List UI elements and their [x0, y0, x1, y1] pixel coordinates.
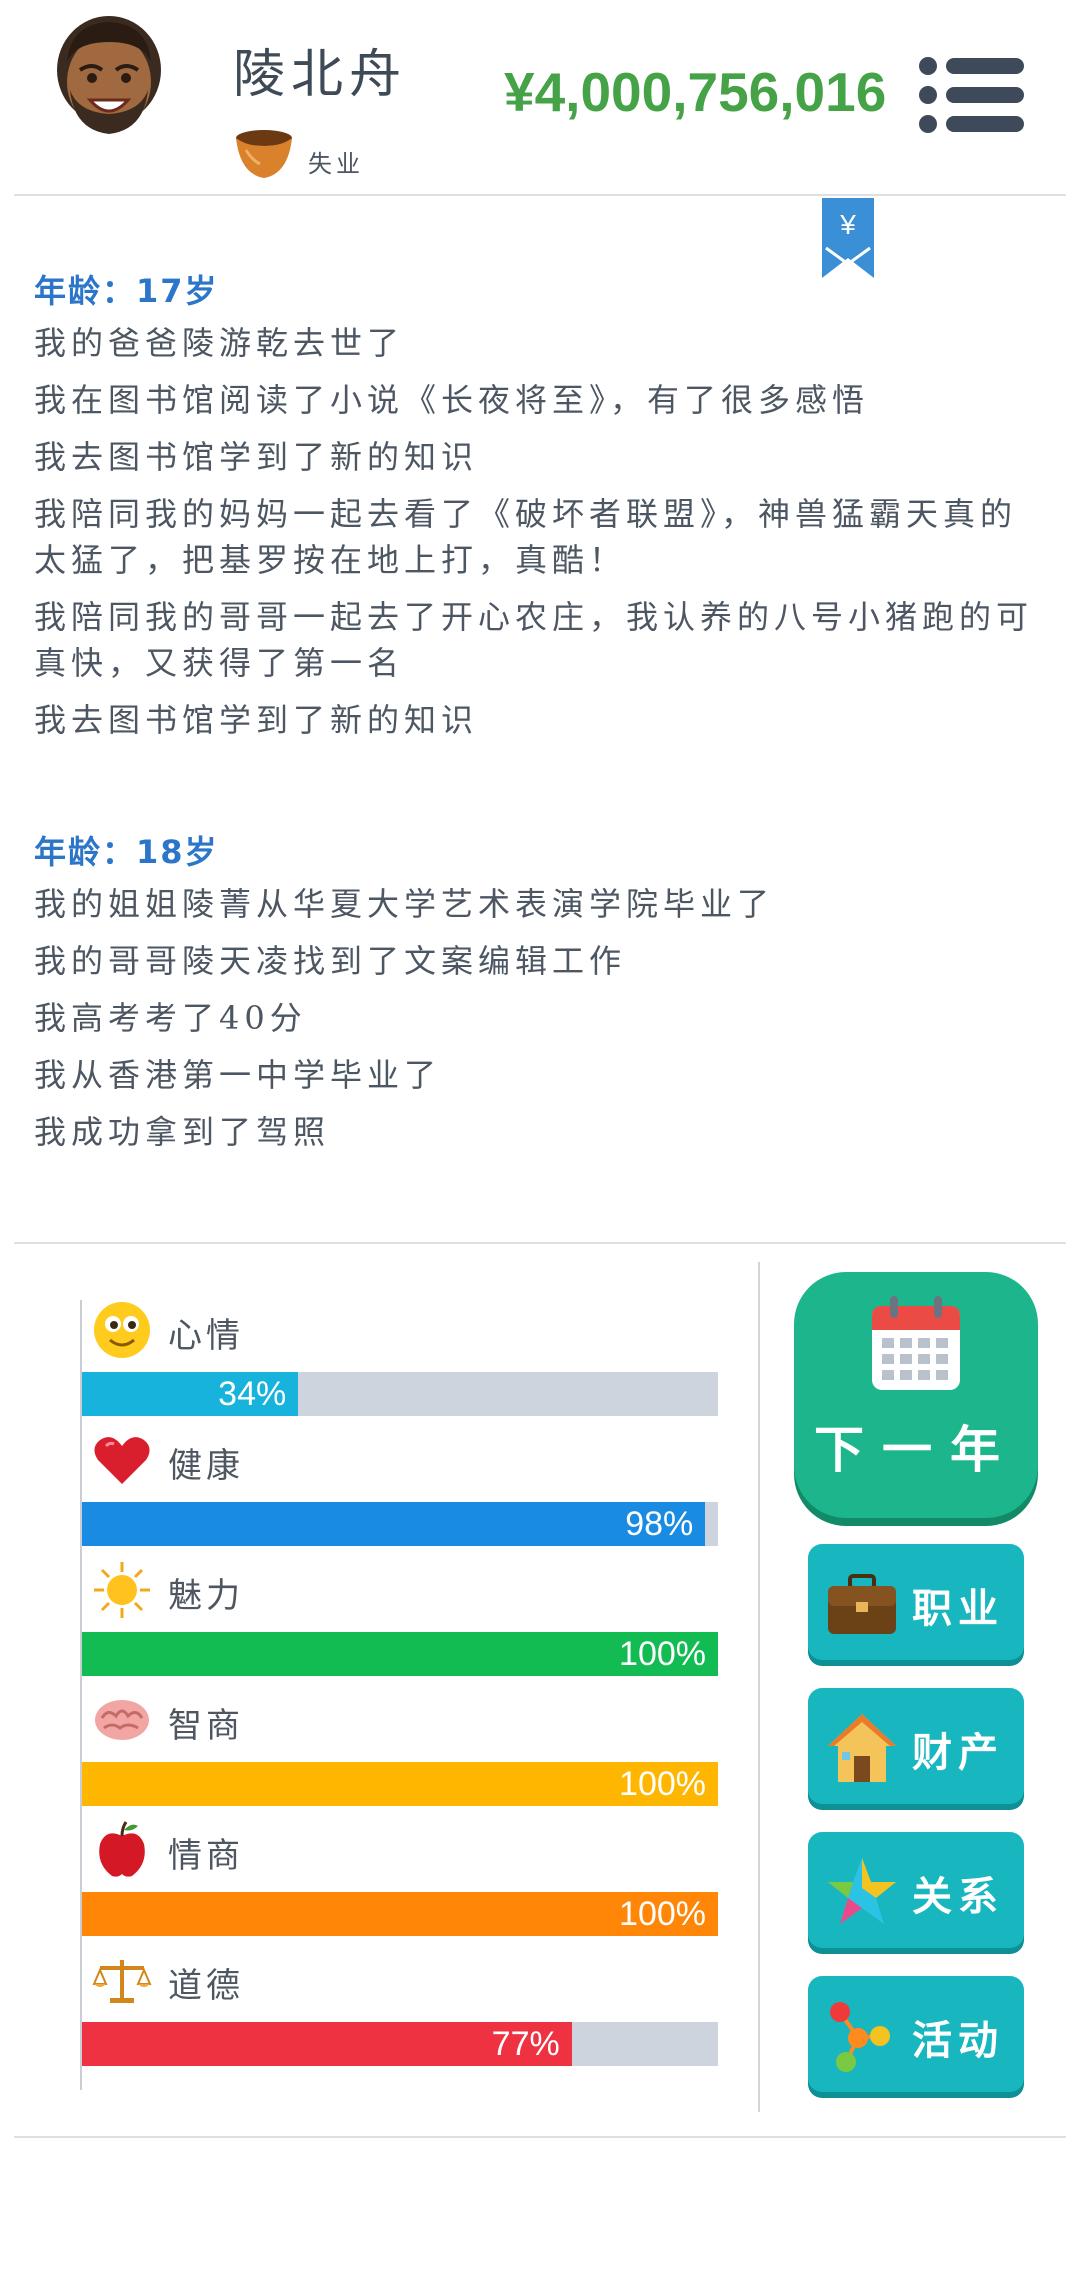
stat-bar: 100%: [82, 1632, 718, 1676]
heart-icon: [94, 1437, 150, 1484]
year-block-18: 年龄：18岁 我的姐姐陵菁从华夏大学艺术表演学院毕业了 我的哥哥陵天凌找到了文案…: [34, 823, 1044, 1155]
header: 陵北舟 失业 ¥4,000,756,016: [0, 0, 1080, 196]
next-year-label: 下一年: [814, 1420, 1018, 1479]
log-divider: [14, 1242, 1066, 1244]
stat-label: 心情: [168, 1316, 244, 1356]
log-event: 我在图书馆阅读了小说《长夜将至》，有了很多感悟: [34, 381, 870, 419]
briefcase-icon: [828, 1574, 896, 1634]
stats-panel: 心情 34% 健康 98% 魅力 100% 智商 100% 情商 100% 道德…: [80, 1300, 720, 2090]
avatar[interactable]: [50, 12, 168, 138]
ribbon-yen: ¥: [839, 209, 856, 240]
property-label: 财产: [912, 1729, 1004, 1776]
life-log: 年龄：17岁 我的爸爸陵游乾去世了 我在图书馆阅读了小说《长夜将至》，有了很多感…: [34, 262, 1044, 1235]
brain-icon: [95, 1700, 149, 1740]
header-divider: [14, 194, 1066, 196]
log-event: 我去图书馆学到了新的知识: [34, 701, 479, 739]
stat-value: 100%: [619, 1895, 706, 1933]
stat-label: 智商: [168, 1706, 244, 1746]
player-name: 陵北舟: [233, 45, 408, 105]
stat-charm: 魅力 100%: [82, 1560, 722, 1688]
next-year-button[interactable]: 下一年: [794, 1272, 1038, 1518]
stat-label: 情商: [168, 1836, 244, 1876]
smiley-icon: [94, 1302, 150, 1358]
log-event: 我的哥哥陵天凌找到了文案编辑工作: [34, 942, 627, 980]
log-event: 我成功拿到了驾照: [34, 1113, 331, 1151]
stat-bar-fill: 77%: [82, 2022, 572, 2066]
stat-value: 100%: [619, 1765, 706, 1803]
stat-label: 道德: [168, 1966, 244, 2006]
log-event: 我陪同我的哥哥一起去了开心农庄，我认养的八号小猪跑的可真快，又获得了第一名: [34, 598, 1034, 682]
stat-eq: 情商 100%: [82, 1820, 722, 1948]
stat-health: 健康 98%: [82, 1430, 722, 1558]
stat-value: 34%: [218, 1375, 287, 1413]
year-block-17: 年龄：17岁 我的爸爸陵游乾去世了 我在图书馆阅读了小说《长夜将至》，有了很多感…: [34, 262, 1044, 743]
stat-mood: 心情 34%: [82, 1300, 722, 1428]
age-heading: 年龄：17岁: [34, 272, 219, 310]
stat-bar-fill: 34%: [82, 1372, 299, 1416]
house-icon: [828, 1714, 896, 1782]
stat-bar: 34%: [82, 1372, 718, 1416]
scales-icon: [92, 1960, 152, 2003]
relations-label: 关系: [912, 1873, 1004, 1920]
log-event: 我去图书馆学到了新的知识: [34, 438, 479, 476]
career-button[interactable]: 职业: [808, 1544, 1024, 1660]
sun-icon: [94, 1562, 150, 1618]
stat-iq: 智商 100%: [82, 1690, 722, 1818]
log-event: 我陪同我的妈妈一起去看了《破坏者联盟》，神兽猛霸天真的太猛了，把基罗按在地上打，…: [34, 495, 1018, 579]
panel-divider: [758, 1262, 760, 2112]
stat-value: 100%: [619, 1635, 706, 1673]
stat-morality: 道德 77%: [82, 1950, 722, 2078]
stat-bar-fill: 100%: [82, 1892, 718, 1936]
log-event: 我的姐姐陵菁从华夏大学艺术表演学院毕业了: [34, 885, 775, 923]
stat-bar: 100%: [82, 1762, 718, 1806]
activities-button[interactable]: 活动: [808, 1976, 1024, 2092]
stat-bar: 77%: [82, 2022, 718, 2066]
stat-value: 98%: [625, 1505, 694, 1543]
stat-label: 魅力: [168, 1576, 244, 1616]
activities-label: 活动: [912, 2017, 1004, 2064]
stat-value: 77%: [491, 2025, 560, 2063]
stat-label: 健康: [168, 1446, 244, 1486]
log-event: 我的爸爸陵游乾去世了: [34, 324, 405, 362]
relations-button[interactable]: 关系: [808, 1832, 1024, 1948]
stat-bar: 98%: [82, 1502, 718, 1546]
calendar-icon: [872, 1296, 960, 1390]
stat-bar-fill: 100%: [82, 1632, 718, 1676]
money-balance: ¥4,000,756,016: [504, 61, 887, 123]
star-icon: [828, 1858, 896, 1924]
job-status: 失业: [308, 150, 364, 178]
footer-divider: [14, 2136, 1066, 2138]
age-heading: 年龄：18岁: [34, 833, 219, 871]
stat-bar: 100%: [82, 1892, 718, 1936]
activity-dots-icon: [830, 2002, 890, 2072]
property-button[interactable]: 财产: [808, 1688, 1024, 1804]
stat-bar-fill: 98%: [82, 1502, 706, 1546]
menu-icon[interactable]: [918, 56, 1026, 134]
career-label: 职业: [912, 1585, 1004, 1632]
bowl-icon: [236, 130, 292, 178]
stat-bar-fill: 100%: [82, 1762, 718, 1806]
log-event: 我从香港第一中学毕业了: [34, 1056, 442, 1094]
apple-icon: [99, 1821, 145, 1877]
log-event: 我高考考了40分: [34, 999, 307, 1037]
